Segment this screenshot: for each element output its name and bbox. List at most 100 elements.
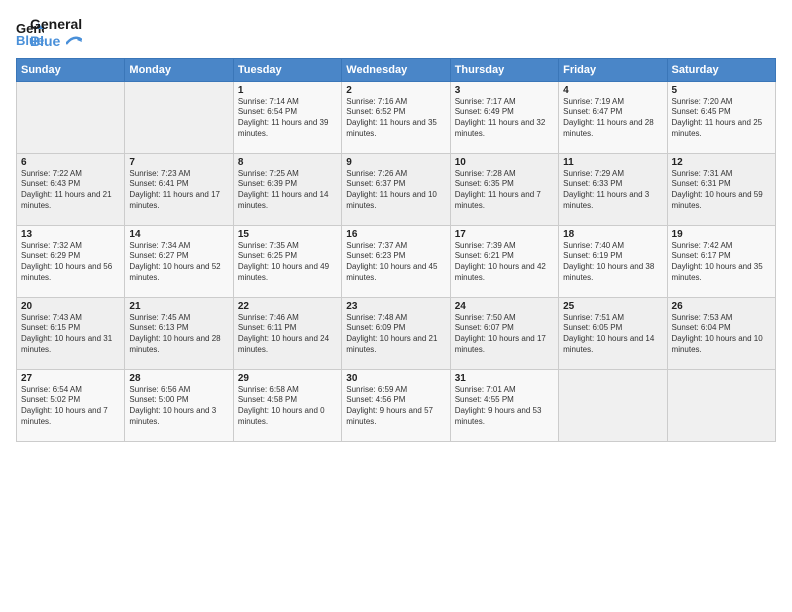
day-number: 2 [346,85,445,96]
week-row-1: 1Sunrise: 7:14 AM Sunset: 6:54 PM Daylig… [17,81,776,153]
day-info: Sunrise: 7:34 AM Sunset: 6:27 PM Dayligh… [129,241,228,284]
day-number: 11 [563,157,662,168]
day-info: Sunrise: 6:59 AM Sunset: 4:56 PM Dayligh… [346,385,445,428]
day-cell: 5Sunrise: 7:20 AM Sunset: 6:45 PM Daylig… [667,81,775,153]
day-info: Sunrise: 6:58 AM Sunset: 4:58 PM Dayligh… [238,385,337,428]
day-number: 27 [21,373,120,384]
weekday-header-tuesday: Tuesday [233,58,341,81]
day-number: 17 [455,229,554,240]
day-info: Sunrise: 7:26 AM Sunset: 6:37 PM Dayligh… [346,169,445,212]
day-number: 26 [672,301,771,312]
day-info: Sunrise: 7:48 AM Sunset: 6:09 PM Dayligh… [346,313,445,356]
logo-general: General [30,16,82,33]
day-info: Sunrise: 7:42 AM Sunset: 6:17 PM Dayligh… [672,241,771,284]
calendar-body: 1Sunrise: 7:14 AM Sunset: 6:54 PM Daylig… [17,81,776,441]
day-info: Sunrise: 7:40 AM Sunset: 6:19 PM Dayligh… [563,241,662,284]
day-cell: 20Sunrise: 7:43 AM Sunset: 6:15 PM Dayli… [17,297,125,369]
weekday-header-friday: Friday [559,58,667,81]
day-number: 7 [129,157,228,168]
week-row-3: 13Sunrise: 7:32 AM Sunset: 6:29 PM Dayli… [17,225,776,297]
day-number: 9 [346,157,445,168]
day-cell: 8Sunrise: 7:25 AM Sunset: 6:39 PM Daylig… [233,153,341,225]
day-number: 12 [672,157,771,168]
day-cell: 18Sunrise: 7:40 AM Sunset: 6:19 PM Dayli… [559,225,667,297]
day-cell: 4Sunrise: 7:19 AM Sunset: 6:47 PM Daylig… [559,81,667,153]
day-cell: 3Sunrise: 7:17 AM Sunset: 6:49 PM Daylig… [450,81,558,153]
day-cell: 25Sunrise: 7:51 AM Sunset: 6:05 PM Dayli… [559,297,667,369]
day-info: Sunrise: 7:53 AM Sunset: 6:04 PM Dayligh… [672,313,771,356]
day-number: 16 [346,229,445,240]
day-cell: 23Sunrise: 7:48 AM Sunset: 6:09 PM Dayli… [342,297,450,369]
day-info: Sunrise: 7:28 AM Sunset: 6:35 PM Dayligh… [455,169,554,212]
weekday-header-thursday: Thursday [450,58,558,81]
day-cell: 14Sunrise: 7:34 AM Sunset: 6:27 PM Dayli… [125,225,233,297]
day-info: Sunrise: 7:32 AM Sunset: 6:29 PM Dayligh… [21,241,120,284]
day-info: Sunrise: 7:19 AM Sunset: 6:47 PM Dayligh… [563,97,662,140]
day-info: Sunrise: 7:50 AM Sunset: 6:07 PM Dayligh… [455,313,554,356]
day-number: 18 [563,229,662,240]
day-number: 8 [238,157,337,168]
day-cell: 1Sunrise: 7:14 AM Sunset: 6:54 PM Daylig… [233,81,341,153]
day-info: Sunrise: 7:31 AM Sunset: 6:31 PM Dayligh… [672,169,771,212]
day-info: Sunrise: 7:46 AM Sunset: 6:11 PM Dayligh… [238,313,337,356]
day-number: 15 [238,229,337,240]
weekday-header-sunday: Sunday [17,58,125,81]
day-number: 21 [129,301,228,312]
day-info: Sunrise: 7:16 AM Sunset: 6:52 PM Dayligh… [346,97,445,140]
day-cell: 2Sunrise: 7:16 AM Sunset: 6:52 PM Daylig… [342,81,450,153]
day-cell: 31Sunrise: 7:01 AM Sunset: 4:55 PM Dayli… [450,369,558,441]
weekday-header-monday: Monday [125,58,233,81]
day-info: Sunrise: 7:37 AM Sunset: 6:23 PM Dayligh… [346,241,445,284]
day-cell: 21Sunrise: 7:45 AM Sunset: 6:13 PM Dayli… [125,297,233,369]
calendar-page: General Blue General Blue SundayMondayTu… [0,0,792,612]
day-info: Sunrise: 7:25 AM Sunset: 6:39 PM Dayligh… [238,169,337,212]
day-number: 1 [238,85,337,96]
day-info: Sunrise: 7:01 AM Sunset: 4:55 PM Dayligh… [455,385,554,428]
day-number: 5 [672,85,771,96]
day-cell: 6Sunrise: 7:22 AM Sunset: 6:43 PM Daylig… [17,153,125,225]
day-cell: 15Sunrise: 7:35 AM Sunset: 6:25 PM Dayli… [233,225,341,297]
day-cell: 24Sunrise: 7:50 AM Sunset: 6:07 PM Dayli… [450,297,558,369]
day-cell: 17Sunrise: 7:39 AM Sunset: 6:21 PM Dayli… [450,225,558,297]
day-cell [17,81,125,153]
week-row-2: 6Sunrise: 7:22 AM Sunset: 6:43 PM Daylig… [17,153,776,225]
day-number: 3 [455,85,554,96]
day-cell [667,369,775,441]
day-cell: 22Sunrise: 7:46 AM Sunset: 6:11 PM Dayli… [233,297,341,369]
day-cell: 12Sunrise: 7:31 AM Sunset: 6:31 PM Dayli… [667,153,775,225]
day-cell: 19Sunrise: 7:42 AM Sunset: 6:17 PM Dayli… [667,225,775,297]
day-number: 31 [455,373,554,384]
weekday-header-wednesday: Wednesday [342,58,450,81]
day-number: 20 [21,301,120,312]
day-number: 4 [563,85,662,96]
day-info: Sunrise: 6:56 AM Sunset: 5:00 PM Dayligh… [129,385,228,428]
day-number: 24 [455,301,554,312]
day-info: Sunrise: 7:23 AM Sunset: 6:41 PM Dayligh… [129,169,228,212]
logo-blue: Blue [30,33,82,50]
day-cell [559,369,667,441]
weekday-header-saturday: Saturday [667,58,775,81]
day-cell: 27Sunrise: 6:54 AM Sunset: 5:02 PM Dayli… [17,369,125,441]
calendar-table: SundayMondayTuesdayWednesdayThursdayFrid… [16,58,776,442]
day-info: Sunrise: 7:20 AM Sunset: 6:45 PM Dayligh… [672,97,771,140]
day-number: 10 [455,157,554,168]
logo-swoosh [66,36,82,48]
day-number: 22 [238,301,337,312]
day-cell [125,81,233,153]
day-number: 6 [21,157,120,168]
day-info: Sunrise: 6:54 AM Sunset: 5:02 PM Dayligh… [21,385,120,428]
day-cell: 7Sunrise: 7:23 AM Sunset: 6:41 PM Daylig… [125,153,233,225]
logo: General Blue General Blue [16,16,82,50]
day-cell: 10Sunrise: 7:28 AM Sunset: 6:35 PM Dayli… [450,153,558,225]
week-row-4: 20Sunrise: 7:43 AM Sunset: 6:15 PM Dayli… [17,297,776,369]
header: General Blue General Blue [16,16,776,50]
day-cell: 28Sunrise: 6:56 AM Sunset: 5:00 PM Dayli… [125,369,233,441]
day-info: Sunrise: 7:22 AM Sunset: 6:43 PM Dayligh… [21,169,120,212]
day-cell: 13Sunrise: 7:32 AM Sunset: 6:29 PM Dayli… [17,225,125,297]
day-info: Sunrise: 7:29 AM Sunset: 6:33 PM Dayligh… [563,169,662,212]
day-number: 30 [346,373,445,384]
day-cell: 11Sunrise: 7:29 AM Sunset: 6:33 PM Dayli… [559,153,667,225]
day-cell: 29Sunrise: 6:58 AM Sunset: 4:58 PM Dayli… [233,369,341,441]
day-cell: 26Sunrise: 7:53 AM Sunset: 6:04 PM Dayli… [667,297,775,369]
day-info: Sunrise: 7:35 AM Sunset: 6:25 PM Dayligh… [238,241,337,284]
